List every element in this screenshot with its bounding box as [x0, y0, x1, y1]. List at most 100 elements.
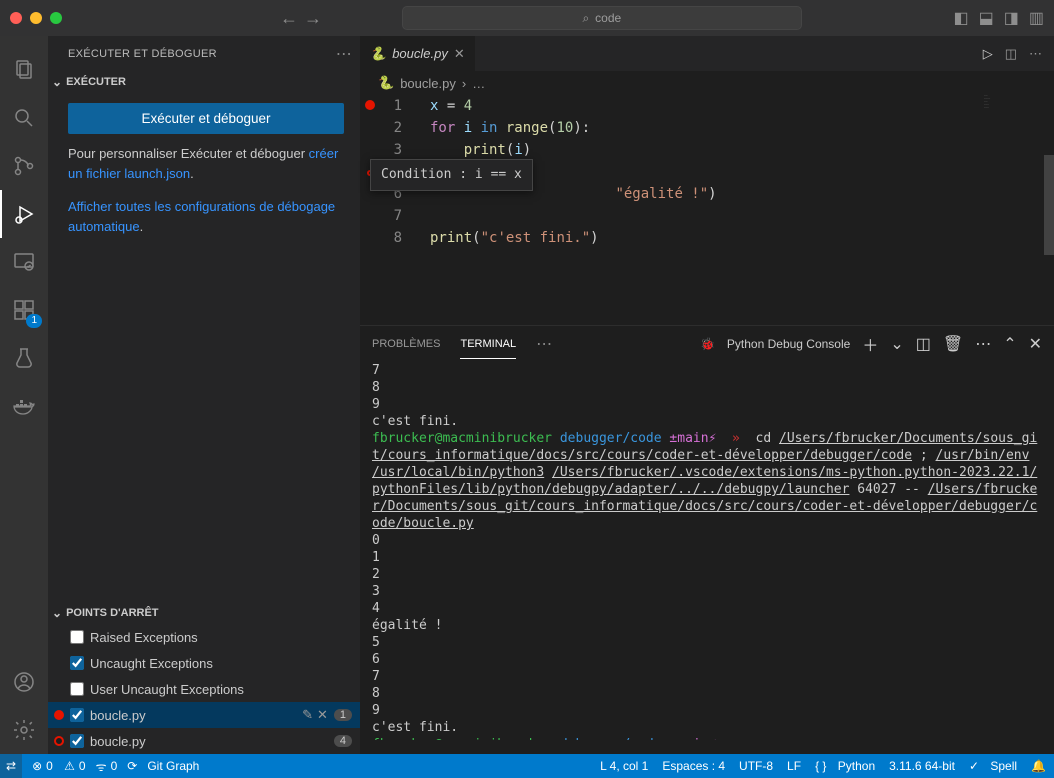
extensions-icon[interactable]: 1	[0, 286, 48, 334]
breakpoint-dot-icon[interactable]	[365, 100, 375, 110]
explorer-icon[interactable]	[0, 46, 48, 94]
checkbox[interactable]	[70, 708, 84, 722]
status-errors[interactable]: ⊗0 ⚠0	[32, 759, 86, 773]
status-spellcheck[interactable]: ✓ Spell	[969, 759, 1017, 773]
command-center[interactable]: ⌕ code	[402, 6, 802, 30]
show-all-configs: Afficher toutes les configurations de dé…	[68, 197, 344, 236]
traffic-lights	[10, 12, 62, 24]
chevron-down-icon: ⌄	[52, 606, 62, 620]
antenna-icon: ᯤ	[96, 758, 107, 775]
tab-close-icon[interactable]: ✕	[454, 46, 465, 62]
run-debug-button[interactable]: Exécuter et déboguer	[68, 103, 344, 134]
nav-forward-icon[interactable]: →	[304, 8, 322, 29]
split-editor-icon[interactable]: ◫	[1005, 46, 1017, 62]
checkbox[interactable]	[70, 682, 84, 696]
terminal-content[interactable]: 7 8 9 c'est fini. fbrucker@macminibrucke…	[360, 362, 1054, 740]
python-file-icon: 🐍	[378, 75, 394, 91]
warning-icon: ⚠	[64, 759, 75, 773]
status-eol[interactable]: LF	[787, 759, 801, 773]
breakpoint-gutter[interactable]	[360, 95, 380, 325]
remote-indicator[interactable]: ⇄	[0, 754, 22, 778]
search-placeholder: code	[595, 11, 621, 25]
remove-breakpoint-icon[interactable]: ✕	[317, 707, 328, 723]
testing-icon[interactable]	[0, 334, 48, 382]
editor-tabs: 🐍 boucle.py ✕ ▷ ◫ ⋯	[360, 36, 1054, 71]
run-file-icon[interactable]: ▷	[983, 46, 993, 62]
checkbox[interactable]	[70, 734, 84, 748]
bp-file-item[interactable]: boucle.py 4	[48, 728, 360, 754]
split-terminal-icon[interactable]: ◫	[916, 334, 931, 354]
checkbox[interactable]	[70, 630, 84, 644]
run-section-header[interactable]: ⌄ EXÉCUTER	[48, 71, 360, 93]
maximize-panel-icon[interactable]: ⌃	[1003, 334, 1016, 354]
close-window[interactable]	[10, 12, 22, 24]
debug-console-icon[interactable]: 🐞	[700, 337, 715, 351]
breadcrumb-file: boucle.py	[400, 76, 456, 91]
status-ports[interactable]: ᯤ0	[96, 758, 118, 775]
status-live[interactable]: ⟳	[127, 759, 137, 773]
status-python-interpreter[interactable]: 3.11.6 64-bit	[889, 759, 955, 773]
extensions-badge: 1	[26, 314, 42, 328]
nav-back-icon[interactable]: ←	[280, 8, 298, 29]
line-numbers: 1 2 3 6 7 8	[380, 95, 416, 325]
tab-label: boucle.py	[392, 46, 448, 61]
kill-terminal-icon[interactable]: 🗑	[943, 334, 963, 354]
sidebar-title: EXÉCUTER ET DÉBOGUER	[68, 48, 217, 60]
edit-breakpoint-icon[interactable]: ✎	[302, 707, 313, 723]
remote-explorer-icon[interactable]	[0, 238, 48, 286]
close-panel-icon[interactable]: ✕	[1029, 334, 1042, 354]
panel-overflow-icon[interactable]: ⋯	[536, 334, 552, 354]
terminal-dropdown-icon[interactable]: ⌄	[890, 334, 903, 354]
breadcrumb-separator: ›	[462, 76, 466, 91]
status-bar: ⇄ ⊗0 ⚠0 ᯤ0 ⟳ Git Graph L 4, col 1 Espace…	[0, 754, 1054, 778]
minimap[interactable]: ▬▬▬▬▬▬▬▬▬▬▬▬▬▬▬▬▬▬▬	[984, 95, 1044, 145]
accounts-icon[interactable]	[0, 658, 48, 706]
new-terminal-icon[interactable]: ＋	[862, 332, 878, 356]
toggle-primary-sidebar-icon[interactable]: ◧	[953, 8, 968, 28]
sidebar-more-icon[interactable]: ⋯	[336, 44, 352, 64]
status-notifications-icon[interactable]: 🔔	[1031, 759, 1046, 773]
error-icon: ⊗	[32, 759, 42, 773]
toggle-panel-icon[interactable]: ⬓	[979, 8, 994, 28]
breadcrumb-tail: …	[472, 76, 485, 91]
search-icon: ⌕	[582, 11, 589, 26]
minimize-window[interactable]	[30, 12, 42, 24]
status-language-mode[interactable]: { } Python	[815, 759, 875, 773]
docker-icon[interactable]	[0, 382, 48, 430]
tab-problems[interactable]: PROBLÈMES	[372, 330, 440, 358]
code-content[interactable]: x = 4 for i in range(10): print(i) "égal…	[416, 95, 717, 325]
layout-controls: ◧ ⬓ ◨ ▥	[953, 8, 1044, 28]
activity-bar: 1	[0, 36, 48, 754]
scrollbar[interactable]	[1044, 155, 1054, 255]
bp-user-uncaught-exceptions[interactable]: User Uncaught Exceptions	[48, 676, 360, 702]
bp-uncaught-exceptions[interactable]: Uncaught Exceptions	[48, 650, 360, 676]
status-encoding[interactable]: UTF-8	[739, 759, 773, 773]
nav-arrows: ← →	[280, 8, 322, 29]
search-icon[interactable]	[0, 94, 48, 142]
status-cursor-position[interactable]: L 4, col 1	[600, 759, 648, 773]
tab-boucle-py[interactable]: 🐍 boucle.py ✕	[360, 36, 476, 71]
editor-more-icon[interactable]: ⋯	[1029, 46, 1042, 62]
tab-terminal[interactable]: TERMINAL	[460, 330, 516, 359]
debug-console-label[interactable]: Python Debug Console	[727, 337, 850, 351]
check-icon: ✓	[969, 759, 979, 773]
breakpoints-header[interactable]: ⌄ POINTS D'ARRÊT	[48, 602, 360, 624]
bp-file-item[interactable]: boucle.py ✎ ✕ 1	[48, 702, 360, 728]
source-control-icon[interactable]	[0, 142, 48, 190]
maximize-window[interactable]	[50, 12, 62, 24]
bp-raised-exceptions[interactable]: Raised Exceptions	[48, 624, 360, 650]
checkbox[interactable]	[70, 656, 84, 670]
remote-icon: ⇄	[6, 759, 16, 773]
toggle-secondary-sidebar-icon[interactable]: ◨	[1004, 8, 1019, 28]
breadcrumb[interactable]: 🐍 boucle.py › …	[360, 71, 1054, 95]
show-all-configs-link[interactable]: Afficher toutes les configurations de dé…	[68, 199, 335, 234]
status-indent[interactable]: Espaces : 4	[662, 759, 725, 773]
conditional-breakpoint-icon	[54, 736, 64, 746]
settings-gear-icon[interactable]	[0, 706, 48, 754]
panel-more-icon[interactable]: ⋯	[975, 334, 991, 354]
customize-layout-icon[interactable]: ▥	[1029, 8, 1044, 28]
status-gitgraph[interactable]: Git Graph	[147, 759, 199, 773]
run-debug-icon[interactable]	[0, 190, 48, 238]
editor-actions: ▷ ◫ ⋯	[971, 36, 1054, 71]
code-editor[interactable]: 1 2 3 6 7 8 x = 4 for i in range(10): pr…	[360, 95, 1054, 325]
